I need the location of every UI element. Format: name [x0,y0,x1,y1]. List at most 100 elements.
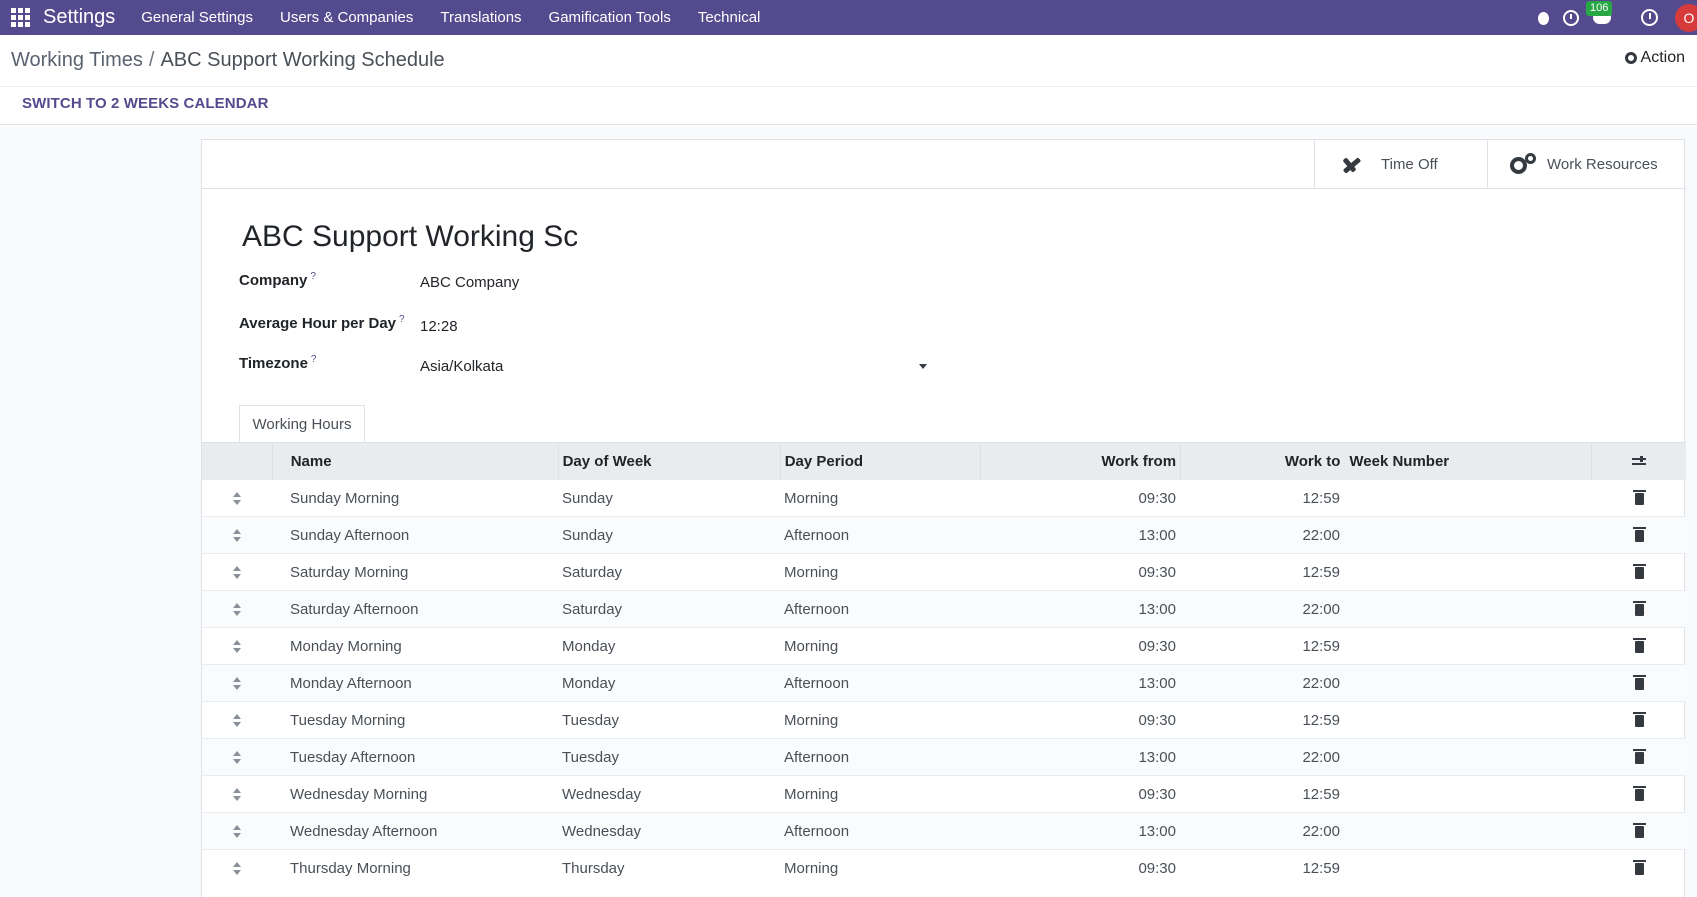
cell-work-to[interactable]: 12:59 [1180,860,1344,877]
cell-work-from[interactable]: 09:30 [980,786,1180,803]
table-row[interactable]: Monday Morning Monday Morning 09:30 12:59 [202,627,1686,664]
cell-day-of-week[interactable]: Wednesday [558,786,780,803]
drag-handle-icon[interactable] [233,528,241,542]
menu-general-settings[interactable]: General Settings [141,9,253,26]
cell-day-period[interactable]: Morning [780,860,980,877]
apps-menu-icon[interactable] [11,8,31,28]
trash-icon[interactable] [1632,749,1646,764]
cell-day-of-week[interactable]: Saturday [558,564,780,581]
drag-handle-icon[interactable] [233,602,241,616]
breadcrumb-parent[interactable]: Working Times [11,49,143,71]
cell-work-to[interactable]: 12:59 [1180,712,1344,729]
table-row[interactable]: Wednesday Afternoon Wednesday Afternoon 13:… [202,812,1686,849]
col-work-from[interactable]: Work from [981,453,1180,470]
cell-work-from[interactable]: 13:00 [980,527,1180,544]
table-row[interactable]: Wednesday Morning Wednesday Morning 09:30 12… [202,775,1686,812]
cell-day-of-week[interactable]: Tuesday [558,749,780,766]
cell-work-from[interactable]: 13:00 [980,675,1180,692]
debug-bug-icon[interactable] [1538,11,1549,25]
drag-handle-icon[interactable] [233,713,241,727]
action-button[interactable]: Action [1624,49,1685,67]
cell-day-period[interactable]: Afternoon [780,601,980,618]
drag-handle-icon[interactable] [233,639,241,653]
help-icon[interactable]: ? [399,314,405,325]
trash-icon[interactable] [1632,638,1646,653]
drag-handle-icon[interactable] [233,861,241,875]
table-row[interactable]: Saturday Afternoon Saturday Afternoon 13:00… [202,590,1686,627]
menu-gamification-tools[interactable]: Gamification Tools [549,9,671,26]
trash-icon[interactable] [1632,823,1646,838]
work-resources-button[interactable]: Work Resources [1487,140,1686,189]
col-work-to[interactable]: Work to [1181,453,1344,470]
cell-day-period[interactable]: Morning [780,786,980,803]
col-name[interactable]: Name [273,453,558,470]
cell-name[interactable]: Thursday Morning [272,860,558,877]
drag-handle-icon[interactable] [233,824,241,838]
trash-icon[interactable] [1632,712,1646,727]
trash-icon[interactable] [1632,527,1646,542]
col-week-number[interactable]: Week Number [1344,453,1591,470]
cell-name[interactable]: Wednesday Morning [272,786,558,803]
cell-work-from[interactable]: 13:00 [980,749,1180,766]
cell-work-to[interactable]: 22:00 [1180,749,1344,766]
caret-down-icon[interactable] [919,364,927,369]
drag-handle-icon[interactable] [233,565,241,579]
cell-name[interactable]: Monday Afternoon [272,675,558,692]
menu-technical[interactable]: Technical [698,9,761,26]
table-row[interactable]: Sunday Morning Sunday Morning 09:30 12:59 [202,479,1686,516]
cell-name[interactable]: Saturday Afternoon [272,601,558,618]
cell-work-from[interactable]: 09:30 [980,490,1180,507]
drag-handle-icon[interactable] [233,750,241,764]
drag-handle-icon[interactable] [233,491,241,505]
table-row[interactable]: Sunday Afternoon Sunday Afternoon 13:00 22:0… [202,516,1686,553]
menu-translations[interactable]: Translations [440,9,521,26]
user-avatar[interactable]: O [1675,3,1697,32]
trash-icon[interactable] [1632,675,1646,690]
cell-day-period[interactable]: Morning [780,638,980,655]
cell-day-of-week[interactable]: Saturday [558,601,780,618]
table-row[interactable]: Tuesday Morning Tuesday Morning 09:30 12:59 [202,701,1686,738]
cell-name[interactable]: Sunday Morning [272,490,558,507]
cell-day-period[interactable]: Afternoon [780,823,980,840]
cell-work-to[interactable]: 12:59 [1180,564,1344,581]
company-field[interactable]: ABC Company [420,274,519,291]
trash-icon[interactable] [1632,786,1646,801]
cell-name[interactable]: Sunday Afternoon [272,527,558,544]
cell-work-to[interactable]: 22:00 [1180,823,1344,840]
cell-work-from[interactable]: 09:30 [980,712,1180,729]
cell-day-of-week[interactable]: Sunday [558,527,780,544]
cell-day-of-week[interactable]: Monday [558,638,780,655]
cell-name[interactable]: Wednesday Afternoon [272,823,558,840]
trash-icon[interactable] [1632,860,1646,875]
switch-2-weeks-button[interactable]: SWITCH TO 2 WEEKS CALENDAR [22,95,269,112]
table-row[interactable]: Saturday Morning Saturday Morning 09:30 12:5… [202,553,1686,590]
cell-work-from[interactable]: 13:00 [980,823,1180,840]
cell-work-to[interactable]: 22:00 [1180,675,1344,692]
col-day-of-week[interactable]: Day of Week [559,453,780,470]
app-brand[interactable]: Settings [43,6,115,29]
cell-name[interactable]: Saturday Morning [272,564,558,581]
cell-day-period[interactable]: Afternoon [780,527,980,544]
drag-handle-icon[interactable] [233,676,241,690]
trash-icon[interactable] [1632,564,1646,579]
cell-work-to[interactable]: 22:00 [1180,527,1344,544]
cell-day-period[interactable]: Afternoon [780,675,980,692]
cell-work-from[interactable]: 09:30 [980,860,1180,877]
time-off-button[interactable]: Time Off [1314,140,1487,189]
timezone-select[interactable]: Asia/Kolkata [420,358,503,375]
cell-day-of-week[interactable]: Tuesday [558,712,780,729]
trash-icon[interactable] [1632,601,1646,616]
cell-name[interactable]: Monday Morning [272,638,558,655]
cell-work-to[interactable]: 12:59 [1180,490,1344,507]
cell-name[interactable]: Tuesday Afternoon [272,749,558,766]
help-icon[interactable]: ? [310,271,316,282]
table-row[interactable]: Thursday Morning Thursday Morning 09:30 12:5… [202,849,1686,886]
cell-day-period[interactable]: Morning [780,490,980,507]
cell-day-period[interactable]: Morning [780,712,980,729]
schedule-name-title[interactable]: ABC Support Working Sch [242,220,577,254]
tab-working-hours[interactable]: Working Hours [239,405,365,442]
cell-work-from[interactable]: 09:30 [980,638,1180,655]
cell-day-of-week[interactable]: Wednesday [558,823,780,840]
cell-day-of-week[interactable]: Sunday [558,490,780,507]
optional-columns-toggle[interactable] [1592,456,1686,466]
